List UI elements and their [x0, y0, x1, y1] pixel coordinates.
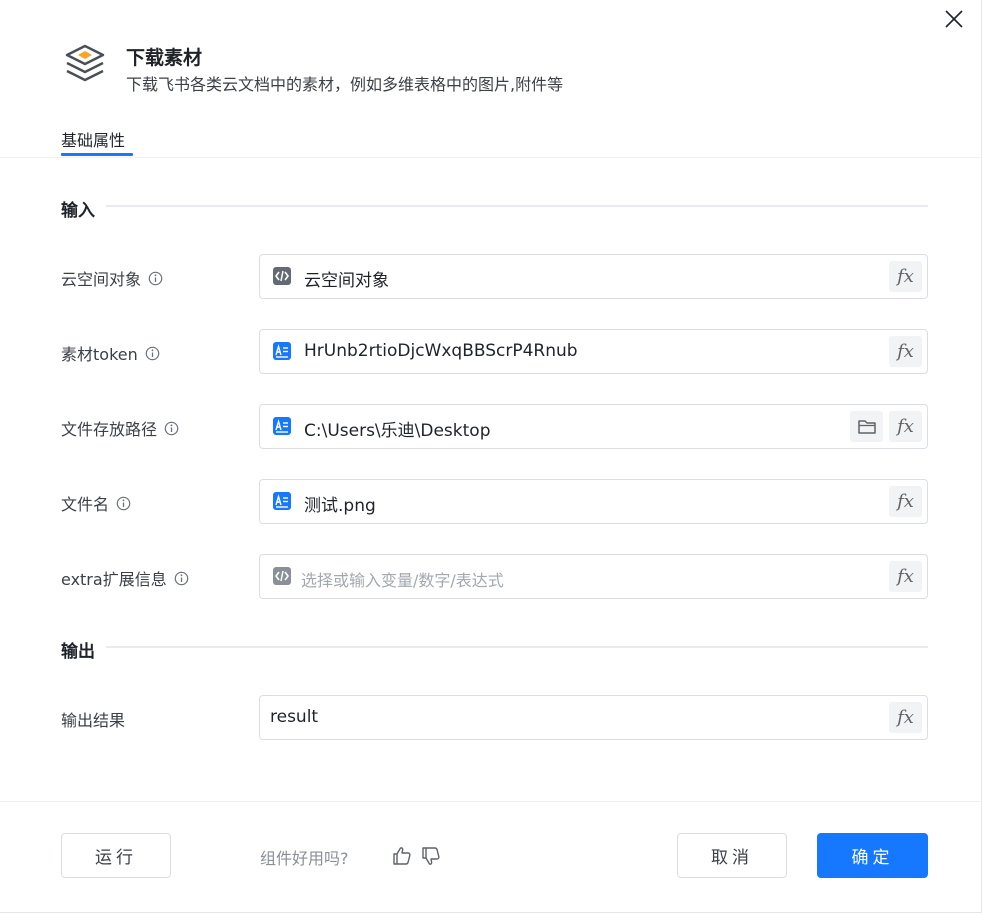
info-icon[interactable]: [148, 271, 163, 286]
field-value: 云空间对象: [304, 271, 389, 291]
field-label-text: extra扩展信息: [61, 570, 167, 589]
field-label-cloud-object: 云空间对象: [61, 266, 163, 290]
code-icon: [273, 567, 291, 585]
field-label-text: 文件存放路径: [61, 420, 158, 439]
field-label-output-result: 输出结果: [61, 707, 125, 731]
fx-button[interactable]: fx: [889, 336, 922, 367]
field-label-file-path: 文件存放路径: [61, 416, 179, 440]
confirm-button[interactable]: 确定: [817, 833, 928, 878]
field-value: 测试.png: [304, 496, 376, 516]
fx-button[interactable]: fx: [889, 561, 922, 592]
field-value: C:\Users\乐迪\Desktop: [304, 421, 491, 441]
info-icon[interactable]: [174, 571, 189, 586]
dialog-title: 下载素材: [126, 47, 203, 69]
section-divider-output: [106, 646, 928, 648]
tab-divider: [0, 157, 982, 158]
field-label-text: 素材token: [61, 345, 138, 364]
thumbs-up-icon[interactable]: [391, 845, 413, 867]
material-token-input[interactable]: HrUnb2rtioDjcWxqBBScrP4Rnub fx: [259, 329, 928, 374]
tab-active-indicator: [61, 153, 133, 156]
field-value: result: [270, 707, 319, 727]
info-icon[interactable]: [116, 496, 131, 511]
section-title-input: 输入: [61, 201, 95, 221]
file-path-input[interactable]: C:\Users\乐迪\Desktop fx: [259, 404, 928, 449]
feedback-prompt: 组件好用吗?: [260, 849, 349, 868]
field-label-extra-info: extra扩展信息: [61, 566, 189, 590]
fx-button[interactable]: fx: [889, 702, 922, 733]
folder-browse-button[interactable]: [850, 411, 883, 442]
fx-button[interactable]: fx: [889, 411, 922, 442]
info-icon[interactable]: [164, 421, 179, 436]
code-icon: [273, 267, 291, 285]
field-label-material-token: 素材token: [61, 341, 160, 365]
text-doc-icon: [273, 417, 291, 435]
extra-info-input[interactable]: 选择或输入变量/数字/表达式 fx: [259, 554, 928, 599]
output-result-input[interactable]: result fx: [259, 695, 928, 740]
run-button[interactable]: 运行: [61, 833, 171, 878]
field-value: HrUnb2rtioDjcWxqBBScrP4Rnub: [304, 341, 578, 361]
fx-button[interactable]: fx: [889, 486, 922, 517]
cloud-object-input[interactable]: 云空间对象 fx: [259, 254, 928, 299]
field-label-text: 输出结果: [61, 711, 126, 730]
text-doc-icon: [273, 492, 291, 510]
text-doc-icon: [273, 342, 291, 360]
cancel-button[interactable]: 取消: [677, 833, 787, 878]
fx-button[interactable]: fx: [889, 261, 922, 292]
layers-icon: [65, 44, 105, 82]
footer-divider: [0, 801, 982, 802]
section-divider-input: [106, 205, 928, 207]
close-icon[interactable]: [941, 6, 967, 32]
field-label-file-name: 文件名: [61, 491, 131, 515]
file-name-input[interactable]: 测试.png fx: [259, 479, 928, 524]
field-placeholder: 选择或输入变量/数字/表达式: [301, 571, 504, 590]
field-label-text: 云空间对象: [61, 270, 142, 289]
field-label-text: 文件名: [61, 495, 110, 514]
section-title-output: 输出: [61, 642, 95, 662]
thumbs-down-icon[interactable]: [420, 845, 442, 867]
info-icon[interactable]: [145, 346, 160, 361]
folder-icon: [857, 419, 876, 434]
dialog-description: 下载飞书各类云文档中的素材，例如多维表格中的图片,附件等: [126, 75, 564, 94]
tab-basic-properties[interactable]: 基础属性: [61, 127, 125, 151]
download-material-dialog: 下载素材 下载飞书各类云文档中的素材，例如多维表格中的图片,附件等 基础属性 输…: [0, 0, 982, 913]
